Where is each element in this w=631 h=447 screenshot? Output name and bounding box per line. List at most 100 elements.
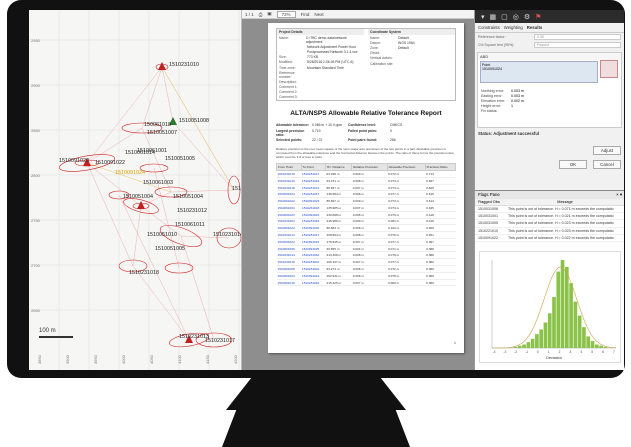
cancel-button[interactable]: Cancel: [593, 160, 621, 169]
point-label[interactable]: 1510051010: [147, 232, 177, 238]
table-row: 1510091022 1510091024 175.545 m 0.007 m 0.07…: [276, 238, 456, 246]
table-cell: 0.004 m: [351, 245, 388, 253]
point-label[interactable]: 1510051008: [179, 118, 209, 124]
point-link[interactable]: 1510231018: [301, 204, 326, 212]
x-tick: 4100: [177, 355, 182, 364]
point-label[interactable]: 1510091020: [59, 158, 89, 164]
point-link[interactable]: 1510231018: [276, 258, 301, 267]
point-label[interactable]: 1510091022: [95, 160, 125, 166]
histogram-bar: [530, 338, 535, 348]
point-label[interactable]: 1510051007: [147, 130, 177, 136]
point-link[interactable]: 1510231010: [276, 170, 301, 178]
next-button[interactable]: Next: [314, 12, 323, 17]
histogram-bar: [594, 344, 599, 348]
flags-pane: Flags Pane × ▾ Flagged Obs Message 15100…: [475, 190, 624, 370]
point-label[interactable]: 1510061011: [175, 222, 205, 228]
point-link[interactable]: 1510061004: [276, 272, 301, 280]
point-link[interactable]: 1510091018: [276, 279, 301, 287]
dropdown-icon[interactable]: ▾: [481, 13, 485, 21]
page-icon[interactable]: ▢: [501, 13, 508, 21]
point-label[interactable]: 1510231010: [169, 62, 199, 68]
point-label-selected[interactable]: 1510091024: [115, 170, 145, 176]
point-link[interactable]: 1510061004: [276, 204, 301, 212]
point-link[interactable]: 1510091024: [301, 211, 326, 219]
summary-value: 0: [390, 128, 392, 133]
point-link[interactable]: 1510231018: [276, 184, 301, 192]
point-link[interactable]: 1510061008: [276, 265, 301, 273]
report-viewer[interactable]: Project Details Name: C:\TBC demo data\ne…: [242, 19, 474, 370]
point-link[interactable]: 1510231017: [301, 231, 326, 239]
point-label[interactable]: 1510061003: [143, 180, 173, 186]
hist-xlabel: Deviation: [546, 356, 562, 360]
flag-row[interactable]: 1510221010 This point is out of tolerance…: [475, 228, 624, 235]
point-link[interactable]: 1510091024: [301, 238, 326, 246]
point-link[interactable]: 1510231001: [301, 265, 326, 273]
flag-icon[interactable]: ⚑: [535, 13, 541, 21]
flag-row[interactable]: 1510031006 This point is out of tolerance…: [475, 206, 624, 214]
point-link[interactable]: 1510091020: [301, 224, 326, 233]
point-link[interactable]: 1510231004: [276, 218, 301, 226]
point-link[interactable]: 1510231014: [276, 251, 301, 260]
point-label[interactable]: 15102: [232, 186, 241, 192]
zoom-select[interactable]: 72%: [276, 10, 296, 18]
point-label[interactable]: 1510051005: [155, 246, 185, 252]
project-key: Description:: [279, 79, 297, 84]
point-link[interactable]: 1510231017: [301, 170, 326, 178]
flag-row[interactable]: 1510031005 This point is out of tolerance…: [475, 220, 624, 228]
point-label[interactable]: 1510231012: [177, 208, 207, 214]
point-label[interactable]: 1510051005: [165, 156, 195, 162]
metric-value: 1: [511, 103, 513, 108]
point-link[interactable]: 1510231016: [301, 177, 326, 185]
grid-icon[interactable]: ▦: [490, 13, 497, 21]
flag-row[interactable]: 1510091022 This point is out of tolerance…: [475, 235, 624, 242]
point-link[interactable]: 1510231001: [301, 258, 326, 267]
point-link[interactable]: 1510091023: [276, 211, 301, 219]
point-label[interactable]: 1510231014: [213, 232, 241, 238]
tab-results[interactable]: Results: [527, 25, 543, 30]
find-button[interactable]: Find: [301, 12, 310, 17]
point-link[interactable]: 1510091025: [301, 245, 326, 253]
point-link[interactable]: 1510091023: [301, 197, 326, 205]
project-row: Reference number:: [277, 70, 364, 79]
table-row: 1510091018 1510231010 215.225 m 0.007 m 0.08…: [276, 279, 456, 287]
point-label[interactable]: 1510051004: [173, 194, 203, 200]
point-link[interactable]: 1510231010: [301, 279, 326, 287]
tab-constraints[interactable]: Constraints: [478, 25, 500, 30]
point-label[interactable]: 1510231018: [129, 270, 159, 276]
point-link[interactable]: 1510231010: [301, 251, 326, 260]
point-label[interactable]: 150061018: [144, 122, 171, 128]
point-link[interactable]: 1510061006: [276, 245, 301, 253]
point-label[interactable]: 1510231017: [205, 338, 235, 344]
calibration-icon[interactable]: [600, 60, 618, 78]
point-link[interactable]: 1510231017: [301, 190, 326, 199]
gear-icon[interactable]: ⚙: [524, 13, 530, 21]
report-note: Relative precision is the root mean squa…: [276, 147, 455, 160]
point-link[interactable]: 1510231010: [276, 177, 301, 185]
point-link[interactable]: 1510061022: [276, 197, 301, 205]
point-link[interactable]: 1510061022: [276, 224, 301, 233]
point-link[interactable]: 1510091024: [276, 190, 301, 199]
point-label[interactable]: 1510061001: [137, 148, 167, 154]
point-link[interactable]: 1510231014: [276, 231, 301, 239]
point-link[interactable]: 1510231016: [301, 218, 326, 226]
metric-label: Elevation error:: [481, 98, 506, 103]
save-icon[interactable]: ▣: [267, 11, 271, 17]
summary-value: 22 / 22: [312, 138, 323, 143]
print-icon[interactable]: ⎙: [259, 12, 263, 17]
plan-view[interactable]: 2950 2900 2850 2800 2750 2700 2650 3850 …: [29, 10, 242, 370]
project-key: Size:: [279, 55, 287, 60]
point-link[interactable]: 1510231014: [301, 184, 326, 192]
tab-weighting[interactable]: Weighting: [504, 25, 523, 30]
histogram-bar: [522, 344, 526, 348]
report-title: ALTA/NSPS Allowable Relative Tolerance R…: [290, 110, 442, 118]
globe-icon[interactable]: ◎: [513, 13, 519, 21]
flag-row[interactable]: 1510031001 This point is out of tolerance…: [475, 213, 624, 221]
point-link[interactable]: 1510091024: [301, 272, 326, 280]
point-link[interactable]: 1510091022: [276, 238, 301, 246]
table-cell: 0.077 m: [387, 258, 426, 267]
ok-button[interactable]: OK: [559, 160, 587, 169]
adjust-button[interactable]: Adjust: [593, 146, 621, 155]
selected-point[interactable]: Point 1510091024: [480, 61, 598, 83]
point-label[interactable]: 1510051004: [123, 194, 153, 200]
close-icon[interactable]: × ▾: [616, 192, 622, 198]
